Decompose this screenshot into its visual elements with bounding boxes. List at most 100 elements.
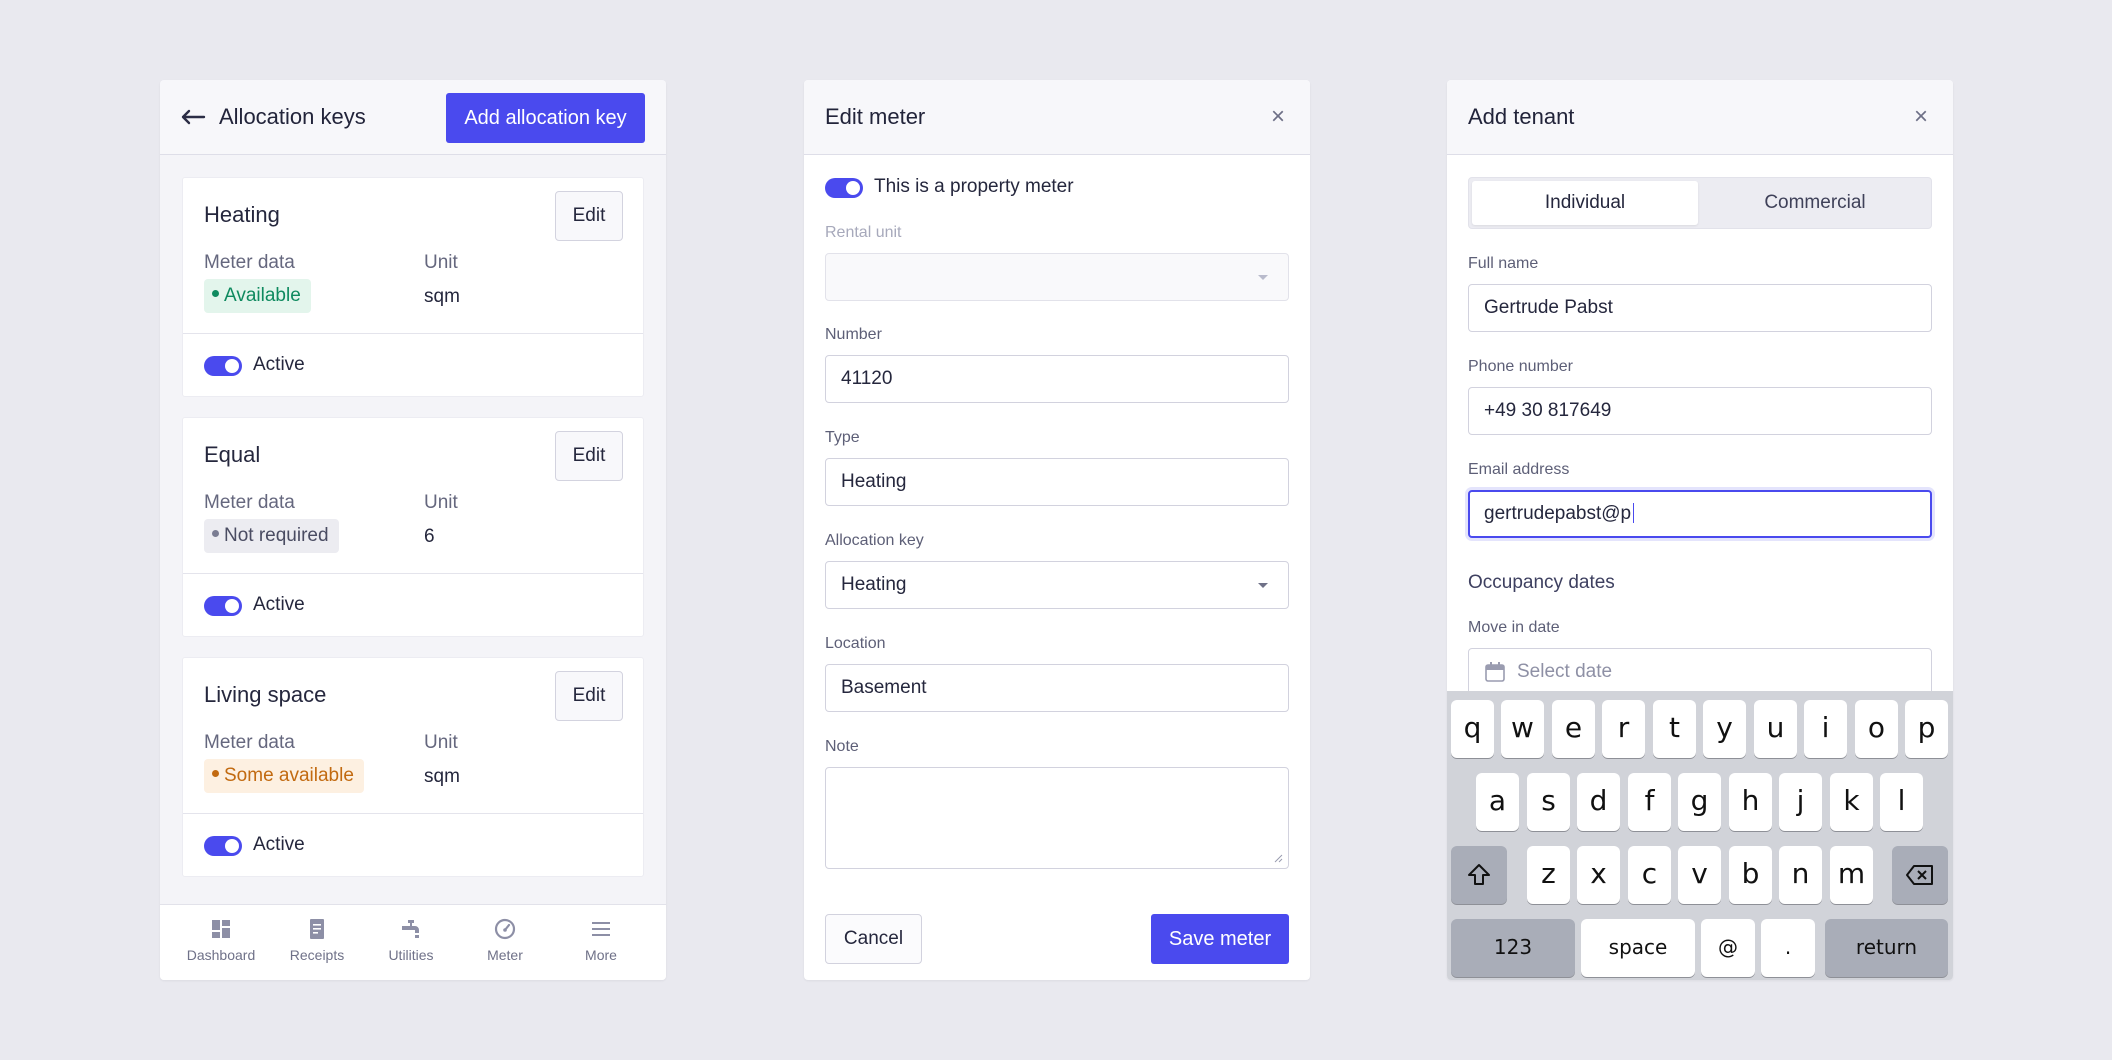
active-toggle[interactable] [204, 356, 242, 376]
phone-label: Phone number [1468, 358, 1573, 375]
at-key[interactable]: @ [1701, 919, 1755, 977]
key-q[interactable]: q [1451, 700, 1494, 758]
allocation-key-card: Living space Edit Meter data Unit Some a… [182, 657, 644, 877]
status-dot-icon [212, 290, 219, 298]
move-in-date-input[interactable]: Select date [1468, 648, 1932, 696]
key-v[interactable]: v [1678, 846, 1721, 904]
edit-button[interactable]: Edit [555, 671, 623, 721]
receipt-icon [310, 919, 324, 939]
modal-title: Add tenant [1468, 104, 1575, 129]
close-icon[interactable]: × [1911, 105, 1931, 129]
resize-handle-icon[interactable] [1273, 853, 1283, 863]
unit-label: Unit [424, 252, 458, 273]
allocation-key-select[interactable]: Heating [825, 561, 1289, 609]
key-u[interactable]: u [1754, 700, 1797, 758]
bottom-tab-bar: Dashboard Receipts Utilities Meter More [160, 904, 666, 980]
allocation-key-card: Heating Edit Meter data Unit Available s… [182, 177, 644, 397]
full-name-input[interactable]: Gertrude Pabst [1468, 284, 1932, 332]
unit-value: 6 [424, 526, 435, 547]
tab-meter[interactable]: Meter [460, 917, 550, 963]
allocation-keys-panel: Allocation keys Add allocation key Heati… [160, 80, 666, 980]
key-e[interactable]: e [1552, 700, 1595, 758]
active-toggle[interactable] [204, 596, 242, 616]
backspace-key[interactable] [1892, 846, 1948, 904]
dot-key[interactable]: . [1761, 919, 1815, 977]
key-i[interactable]: i [1804, 700, 1847, 758]
unit-value: sqm [424, 766, 460, 787]
chevron-down-icon [1258, 275, 1268, 280]
segment-commercial[interactable]: Commercial [1702, 181, 1928, 225]
chevron-down-icon [1258, 583, 1268, 588]
key-c[interactable]: c [1628, 846, 1671, 904]
active-toggle[interactable] [204, 836, 242, 856]
status-badge-label: Available [224, 285, 301, 306]
property-meter-toggle[interactable] [825, 178, 863, 198]
phone-input[interactable]: +49 30 817649 [1468, 387, 1932, 435]
email-input[interactable]: gertrudepabst@p [1468, 490, 1932, 538]
key-t[interactable]: t [1653, 700, 1696, 758]
key-y[interactable]: y [1703, 700, 1746, 758]
key-g[interactable]: g [1678, 773, 1721, 831]
page-title: Allocation keys [219, 104, 366, 129]
tab-label: Utilities [388, 947, 434, 963]
key-h[interactable]: h [1729, 773, 1772, 831]
divider [183, 573, 643, 574]
active-label: Active [253, 354, 305, 375]
key-z[interactable]: z [1527, 846, 1570, 904]
key-k[interactable]: k [1830, 773, 1873, 831]
meter-data-label: Meter data [204, 492, 295, 513]
unit-label: Unit [424, 732, 458, 753]
divider [183, 813, 643, 814]
key-m[interactable]: m [1830, 846, 1873, 904]
allocation-keys-header: Allocation keys Add allocation key [160, 80, 666, 155]
active-label: Active [253, 834, 305, 855]
key-f[interactable]: f [1628, 773, 1671, 831]
tab-utilities[interactable]: Utilities [366, 917, 456, 963]
rental-unit-select[interactable] [825, 253, 1289, 301]
key-x[interactable]: x [1577, 846, 1620, 904]
number-input[interactable]: 41120 [825, 355, 1289, 403]
key-b[interactable]: b [1729, 846, 1772, 904]
tab-dashboard[interactable]: Dashboard [176, 917, 266, 963]
key-n[interactable]: n [1779, 846, 1822, 904]
location-input[interactable]: Basement [825, 664, 1289, 712]
key-d[interactable]: d [1577, 773, 1620, 831]
segment-individual[interactable]: Individual [1472, 181, 1698, 225]
tab-more[interactable]: More [556, 917, 646, 963]
tab-receipts[interactable]: Receipts [272, 917, 362, 963]
status-badge-label: Not required [224, 525, 329, 546]
allocation-key-value: Heating [841, 574, 907, 595]
note-textarea[interactable] [825, 767, 1289, 869]
close-icon[interactable]: × [1268, 105, 1288, 129]
full-name-label: Full name [1468, 255, 1539, 272]
key-o[interactable]: o [1855, 700, 1898, 758]
active-label: Active [253, 594, 305, 615]
shift-key[interactable] [1451, 846, 1507, 904]
edit-button[interactable]: Edit [555, 191, 623, 241]
key-l[interactable]: l [1880, 773, 1923, 831]
save-meter-button[interactable]: Save meter [1151, 914, 1289, 964]
key-w[interactable]: w [1501, 700, 1544, 758]
key-a[interactable]: a [1476, 773, 1519, 831]
email-value: gertrudepabst@p [1484, 503, 1632, 524]
type-input[interactable]: Heating [825, 458, 1289, 506]
edit-button[interactable]: Edit [555, 431, 623, 481]
status-dot-icon [212, 770, 219, 778]
key-p[interactable]: p [1905, 700, 1948, 758]
key-s[interactable]: s [1527, 773, 1570, 831]
space-key[interactable]: space [1581, 919, 1695, 977]
cancel-button[interactable]: Cancel [825, 914, 922, 964]
add-allocation-key-button[interactable]: Add allocation key [446, 93, 645, 143]
allocation-key-label: Allocation key [825, 532, 924, 549]
status-badge-label: Some available [224, 765, 354, 786]
back-arrow-icon[interactable] [180, 98, 208, 136]
tab-label: Dashboard [186, 947, 256, 963]
backspace-icon [1906, 865, 1933, 885]
status-badge: Available [204, 279, 311, 313]
key-j[interactable]: j [1779, 773, 1822, 831]
return-key[interactable]: return [1825, 919, 1948, 977]
numbers-key[interactable]: 123 [1451, 919, 1575, 977]
tab-label: More [585, 947, 617, 963]
divider [183, 333, 643, 334]
key-r[interactable]: r [1602, 700, 1645, 758]
